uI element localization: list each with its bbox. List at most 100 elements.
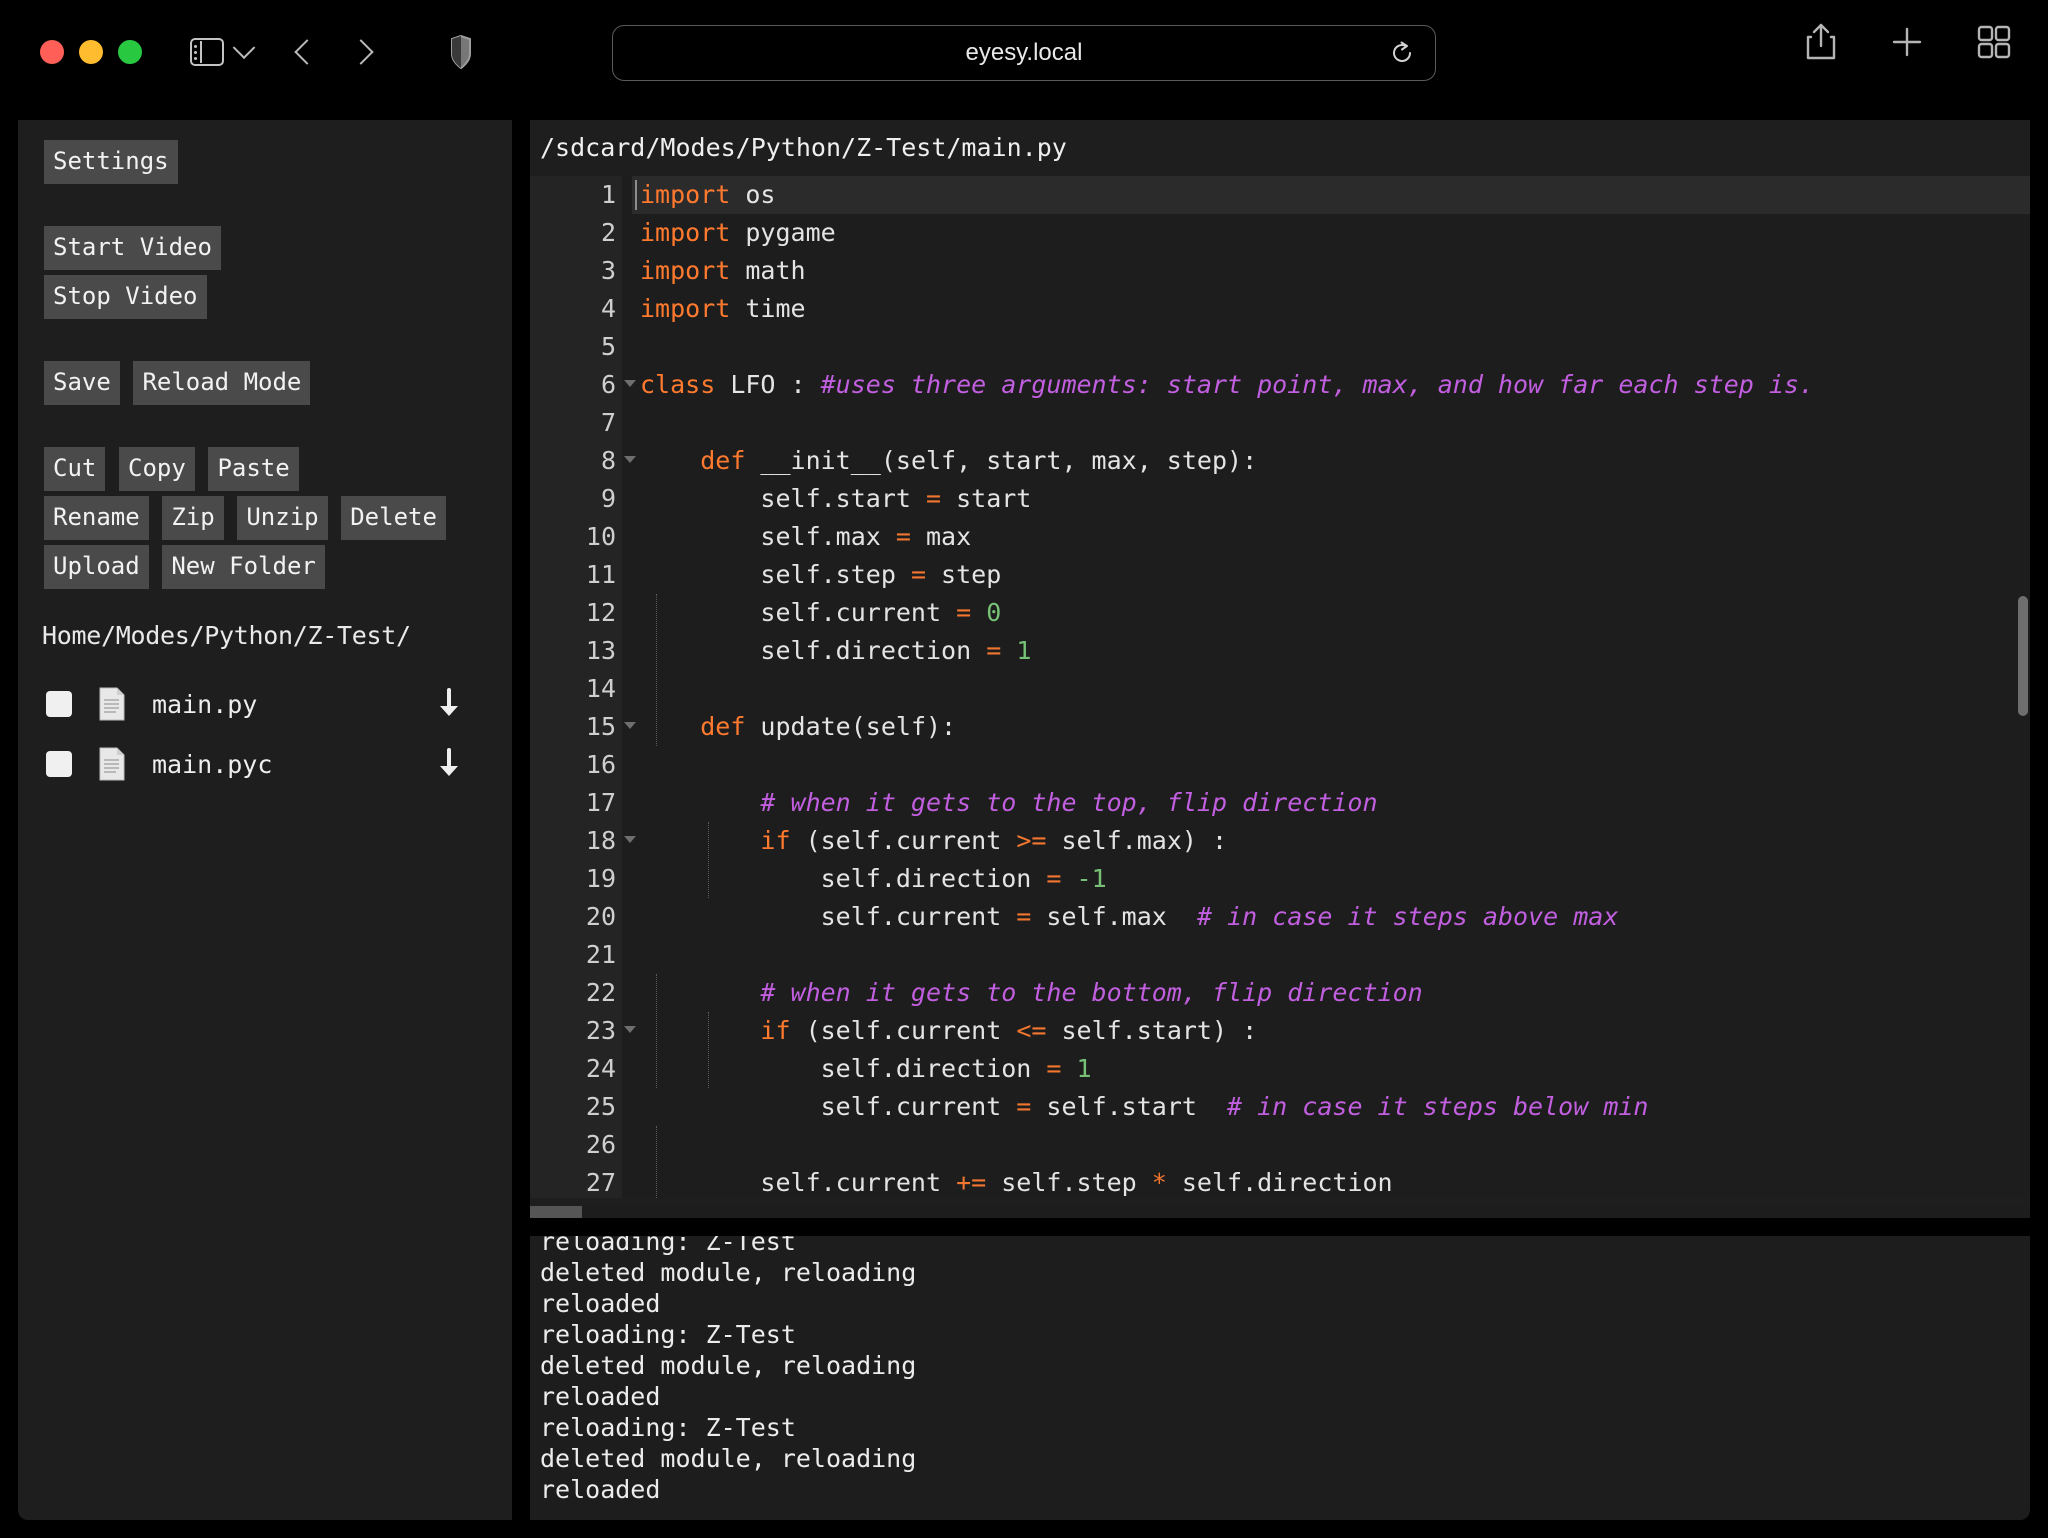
code-line[interactable]: 16: [530, 746, 2030, 784]
current-path-label: Home/Modes/Python/Z-Test/: [42, 621, 411, 650]
code-line[interactable]: 2 import pygame: [530, 214, 2030, 252]
editor-vertical-scrollbar[interactable]: [2018, 596, 2028, 716]
code-line[interactable]: 23 if (self.current <= self.start) :: [530, 1012, 2030, 1050]
tab-overview-icon[interactable]: [1976, 24, 2012, 60]
delete-button[interactable]: Delete: [341, 496, 446, 540]
code-text: import os: [632, 176, 2030, 214]
code-line[interactable]: 7: [530, 404, 2030, 442]
gutter-gap: [622, 1088, 632, 1126]
code-text: self.current = 0: [640, 598, 1002, 627]
download-icon[interactable]: [434, 687, 464, 721]
code-line[interactable]: 27 self.current += self.step * self.dire…: [530, 1164, 2030, 1198]
code-line[interactable]: 12 self.current = 0: [530, 594, 2030, 632]
gutter-gap: [622, 632, 632, 670]
line-number: 25: [530, 1088, 622, 1126]
stop-video-button[interactable]: Stop Video: [44, 275, 207, 319]
save-button[interactable]: Save: [44, 361, 120, 405]
code-line[interactable]: 14: [530, 670, 2030, 708]
copy-button[interactable]: Copy: [119, 447, 195, 491]
code-line[interactable]: 13 self.direction = 1: [530, 632, 2030, 670]
upload-button[interactable]: Upload: [44, 545, 149, 589]
start-video-button[interactable]: Start Video: [44, 226, 221, 270]
zip-button[interactable]: Zip: [162, 496, 224, 540]
code-line[interactable]: 1 import os: [530, 176, 2030, 214]
gutter-gap: [622, 480, 632, 518]
unzip-button[interactable]: Unzip: [237, 496, 328, 540]
line-number: 24: [530, 1050, 622, 1088]
code-line[interactable]: 24 self.direction = 1: [530, 1050, 2030, 1088]
line-number: 5: [530, 328, 622, 366]
line-number: 2: [530, 214, 622, 252]
code-line[interactable]: 22 # when it gets to the bottom, flip di…: [530, 974, 2030, 1012]
code-line[interactable]: 15 def update(self):: [530, 708, 2030, 746]
code-line[interactable]: 5: [530, 328, 2030, 366]
download-icon[interactable]: [434, 747, 464, 781]
line-number: 6: [530, 366, 636, 404]
code-text: def __init__(self, start, max, step):: [700, 446, 1258, 475]
code-line[interactable]: 6 class LFO : #uses three arguments: star…: [530, 366, 2030, 404]
new-folder-button[interactable]: New Folder: [162, 545, 325, 589]
line-number: 7: [530, 404, 622, 442]
navigation-arrows: [294, 39, 374, 65]
code-line[interactable]: 20 self.current = self.max # in case it …: [530, 898, 2030, 936]
editor-file-path: /sdcard/Modes/Python/Z-Test/main.py: [530, 120, 2030, 176]
code-line[interactable]: 19 self.direction = -1: [530, 860, 2030, 898]
console-line: reloading: Z-Test: [540, 1320, 796, 1349]
back-arrow-icon[interactable]: [294, 39, 320, 65]
file-select-checkbox[interactable]: [46, 751, 72, 777]
code-text: self.start = start: [640, 484, 1032, 513]
line-number: 15: [530, 708, 636, 746]
editor-horizontal-scrollbar[interactable]: [530, 1206, 2030, 1218]
chevron-down-icon[interactable]: [230, 38, 258, 66]
line-number: 1: [530, 176, 622, 214]
rename-button[interactable]: Rename: [44, 496, 149, 540]
gutter-gap: [622, 1050, 632, 1088]
gutter-gap: [622, 936, 632, 974]
file-list: main.py main.pyc: [18, 674, 512, 794]
privacy-shield-icon[interactable]: [448, 34, 474, 70]
maximize-window-button[interactable]: [118, 40, 142, 64]
line-number: 13: [530, 632, 622, 670]
line-number: 10: [530, 518, 622, 556]
close-window-button[interactable]: [40, 40, 64, 64]
gutter-gap: [622, 1126, 632, 1164]
reload-icon[interactable]: [1389, 40, 1415, 66]
sidebar-controls: [190, 38, 258, 66]
file-select-checkbox[interactable]: [46, 691, 72, 717]
code-text: if (self.current <= self.start) :: [760, 1016, 1258, 1045]
gutter-gap: [622, 974, 632, 1012]
cut-button[interactable]: Cut: [44, 447, 106, 491]
reload-mode-button[interactable]: Reload Mode: [133, 361, 311, 405]
code-line[interactable]: 17 # when it gets to the top, flip direc…: [530, 784, 2030, 822]
sidebar-toggle-icon[interactable]: [190, 38, 224, 66]
document-icon: [98, 687, 126, 721]
address-bar[interactable]: eyesy.local: [612, 25, 1436, 81]
paste-button[interactable]: Paste: [208, 447, 299, 491]
plus-icon[interactable]: [1890, 25, 1924, 59]
code-line[interactable]: 21: [530, 936, 2030, 974]
line-number: 14: [530, 670, 622, 708]
share-icon[interactable]: [1804, 22, 1838, 62]
file-ops-group: Rename Zip Unzip Delete: [44, 496, 512, 540]
code-line[interactable]: 25 self.current = self.start # in case i…: [530, 1088, 2030, 1126]
minimize-window-button[interactable]: [79, 40, 103, 64]
code-area[interactable]: 1 import os 2 import pygame 3 import math 4 imp…: [530, 176, 2030, 1198]
code-line[interactable]: 10 self.max = max: [530, 518, 2030, 556]
file-list-item[interactable]: main.py: [18, 674, 512, 734]
file-list-item[interactable]: main.pyc: [18, 734, 512, 794]
code-line[interactable]: 26: [530, 1126, 2030, 1164]
code-line[interactable]: 9 self.start = start: [530, 480, 2030, 518]
line-number: 19: [530, 860, 622, 898]
code-line[interactable]: 11 self.step = step: [530, 556, 2030, 594]
settings-button[interactable]: Settings: [44, 140, 178, 184]
file-name-label: main.pyc: [152, 749, 273, 779]
code-line[interactable]: 18 if (self.current >= self.max) :: [530, 822, 2030, 860]
code-text: # when it gets to the top, flip directio…: [760, 788, 1378, 817]
forward-arrow-icon[interactable]: [348, 39, 374, 65]
code-line[interactable]: 8 def __init__(self, start, max, step):: [530, 442, 2030, 480]
code-line[interactable]: 3 import math: [530, 252, 2030, 290]
code-line[interactable]: 4 import time: [530, 290, 2030, 328]
editor-horizontal-scroll-thumb[interactable]: [530, 1206, 582, 1218]
